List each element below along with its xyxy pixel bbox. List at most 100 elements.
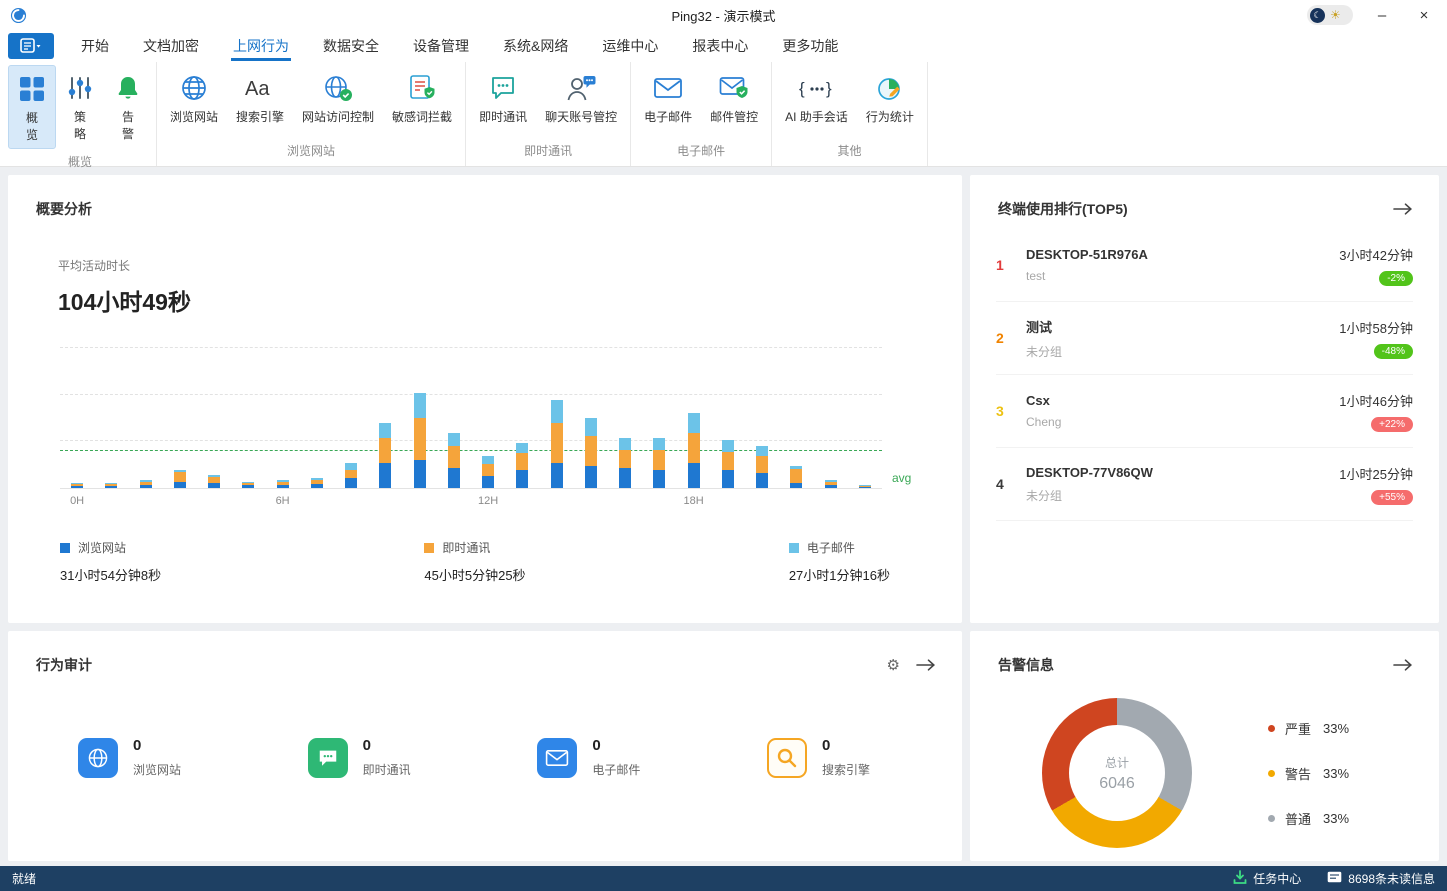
app-logo-icon (10, 7, 27, 24)
menu-tab-8[interactable]: 报表中心 (675, 30, 765, 62)
audit-item[interactable]: 0即时通讯 (308, 737, 411, 778)
chart-bar (859, 487, 871, 488)
ribbon-button[interactable]: 策略 (56, 65, 104, 149)
change-badge: -2% (1379, 271, 1413, 286)
aa-icon: Aa (243, 70, 277, 106)
menu-tab-5[interactable]: 设备管理 (396, 30, 486, 62)
chart-bar (379, 423, 391, 438)
alerts-donut-center: 总计 6046 (1042, 698, 1192, 848)
audit-title: 行为审计 (36, 655, 92, 675)
top-usage-title: 终端使用排行(TOP5) (998, 199, 1128, 219)
chart-bar (311, 480, 323, 484)
chart-bar (653, 470, 665, 488)
alerts-total-label: 总计 (1105, 754, 1129, 771)
chart-bar (105, 483, 117, 484)
titlebar: Ping32 - 演示模式 ☾ ☀ – × (0, 0, 1447, 30)
menu-tab-3[interactable]: 上网行为 (216, 30, 306, 62)
ribbon-group-label: 电子邮件 (635, 138, 767, 166)
ribbon-button[interactable]: {}AI 助手会话 (776, 65, 857, 138)
mail-shield-icon (719, 70, 749, 106)
alerts-more-arrow-icon[interactable] (1393, 659, 1413, 671)
menu-tab-6[interactable]: 系统&网络 (486, 30, 585, 62)
chart-bar (790, 466, 802, 469)
x-axis-tick-label: 12H (478, 495, 498, 507)
menu-tab-4[interactable]: 数据安全 (306, 30, 396, 62)
chart-bar (516, 443, 528, 453)
window-controls: ☾ ☀ – × (1307, 5, 1437, 25)
ribbon-group-2: 浏览网站Aa搜索引擎网站访问控制敏感词拦截浏览网站 (157, 62, 466, 166)
legend-item: 即时通讯45小时5分钟25秒 (424, 539, 525, 584)
close-button[interactable]: × (1411, 7, 1437, 24)
app-menu-button[interactable] (8, 33, 54, 59)
chart-bar (242, 485, 254, 488)
top-usage-row[interactable]: 4DESKTOP-77V86QW未分组1小时25分钟+55% (996, 448, 1413, 521)
audit-item[interactable]: 0搜索引擎 (767, 737, 870, 778)
menu-tab-9[interactable]: 更多功能 (765, 30, 855, 62)
moon-icon: ☾ (1310, 8, 1325, 23)
summary-card-title: 概要分析 (36, 199, 92, 219)
audit-more-arrow-icon[interactable] (916, 659, 936, 671)
chat-account-icon (566, 70, 596, 106)
top-usage-row[interactable]: 2测试未分组1小时58分钟-48% (996, 302, 1413, 375)
theme-toggle[interactable]: ☾ ☀ (1307, 5, 1353, 25)
avg-line-label: avg (892, 471, 911, 485)
chart-bar (825, 482, 837, 485)
stats-icon (876, 70, 904, 106)
ribbon-button[interactable]: 告警 (104, 65, 152, 149)
chart-bar (71, 483, 83, 484)
mail-icon (653, 70, 683, 106)
change-badge: +22% (1371, 417, 1413, 432)
chart-bar (174, 470, 186, 472)
minimize-button[interactable]: – (1369, 7, 1395, 24)
chart-bar (619, 450, 631, 468)
ribbon-button[interactable]: 浏览网站 (161, 65, 227, 138)
chart-bar (551, 400, 563, 423)
ribbon-button[interactable]: 即时通讯 (470, 65, 536, 138)
ribbon-button[interactable]: 网站访问控制 (293, 65, 383, 138)
summary-card: 概要分析 平均活动时长 104小时49秒 0H6H12H18H avg 浏览网站… (8, 175, 962, 623)
chart-bar (688, 413, 700, 433)
chart-bar (619, 468, 631, 488)
ribbon-group-1: 概览策略告警概览 (4, 62, 157, 166)
mail-tile-icon (537, 738, 577, 778)
menu-tab-2[interactable]: 文档加密 (126, 30, 216, 62)
chart-bar (414, 418, 426, 460)
unread-messages-button[interactable]: 8698条未读信息 (1327, 870, 1435, 887)
status-ready-text: 就绪 (12, 870, 36, 887)
ribbon-toolbar: 概览策略告警概览浏览网站Aa搜索引擎网站访问控制敏感词拦截浏览网站即时通讯聊天账… (0, 62, 1447, 167)
ribbon-button[interactable]: 聊天账号管控 (536, 65, 626, 138)
audit-settings-gear-icon[interactable]: ⚙ (887, 656, 900, 674)
window-title: Ping32 - 演示模式 (0, 6, 1447, 25)
top-usage-row[interactable]: 3CsxCheng1小时46分钟+22% (996, 375, 1413, 448)
chart-bar (311, 484, 323, 488)
alerts-title: 告警信息 (998, 655, 1054, 675)
task-center-button[interactable]: 任务中心 (1233, 870, 1301, 887)
ribbon-button[interactable]: 电子邮件 (635, 65, 701, 138)
chart-bar (277, 485, 289, 488)
change-badge: -48% (1374, 344, 1413, 359)
chart-bar (790, 469, 802, 483)
chart-bar (345, 478, 357, 488)
ribbon-button[interactable]: 行为统计 (857, 65, 923, 138)
bell-icon (115, 70, 141, 106)
top-usage-row[interactable]: 1DESKTOP-51R976Atest3小时42分钟-2% (996, 229, 1413, 302)
x-axis-tick-label: 0H (70, 495, 84, 507)
ribbon-button[interactable]: 敏感词拦截 (383, 65, 461, 138)
grid-icon (18, 71, 46, 107)
menu-tab-1[interactable]: 开始 (64, 30, 126, 62)
top-usage-more-arrow-icon[interactable] (1393, 203, 1413, 215)
chart-bar (585, 436, 597, 466)
chart-bar (756, 473, 768, 488)
ribbon-button[interactable]: 概览 (8, 65, 56, 149)
chart-bar (790, 483, 802, 488)
top-usage-card: 终端使用排行(TOP5) 1DESKTOP-51R976Atest3小时42分钟… (970, 175, 1439, 623)
globe-icon (180, 70, 208, 106)
ribbon-button[interactable]: Aa搜索引擎 (227, 65, 293, 138)
audit-item[interactable]: 0浏览网站 (78, 737, 181, 778)
chart-bar (277, 482, 289, 485)
ribbon-button[interactable]: 邮件管控 (701, 65, 767, 138)
audit-item[interactable]: 0电子邮件 (537, 737, 640, 778)
chart-bar (208, 477, 220, 483)
x-axis-tick-label: 6H (276, 495, 290, 507)
menu-tab-7[interactable]: 运维中心 (585, 30, 675, 62)
